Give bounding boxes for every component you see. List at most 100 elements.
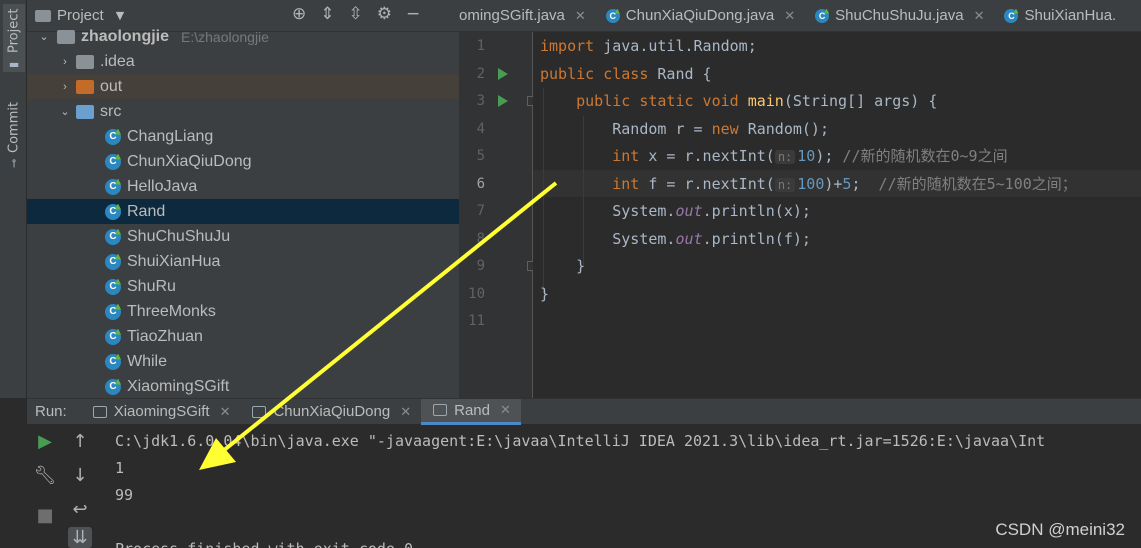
project-panel-title[interactable]: Project xyxy=(57,7,104,24)
close-icon[interactable]: ✕ xyxy=(784,8,795,24)
class-label: XiaomingSGift xyxy=(127,377,230,395)
code-line: public class Rand { xyxy=(540,65,712,83)
java-class-icon: C xyxy=(105,328,121,345)
run-class-icon[interactable] xyxy=(498,68,508,80)
folder-label: src xyxy=(100,102,122,120)
line-number: 6 xyxy=(476,176,485,192)
line-number: 5 xyxy=(476,148,485,164)
run-tab-label: ChunXiaQiuDong xyxy=(273,403,391,420)
console-icon xyxy=(433,404,448,416)
tree-class-item[interactable]: C ThreeMonks xyxy=(27,299,459,324)
chevron-right-icon[interactable]: › xyxy=(58,56,72,68)
editor-tab[interactable]: omingSGift.java ✕ xyxy=(459,0,596,31)
code-line: } xyxy=(540,257,586,275)
commit-tool-tab[interactable]: ⊸ Commit xyxy=(3,96,25,168)
wrench-icon[interactable]: 🔧︎ xyxy=(33,465,57,486)
arrow-down-icon[interactable]: ↓ xyxy=(68,465,92,486)
chevron-right-icon[interactable]: › xyxy=(58,81,72,93)
tab-label: ChunXiaQiuDong.java xyxy=(625,7,775,24)
java-class-icon: C xyxy=(105,178,121,195)
class-label: While xyxy=(127,352,168,370)
hide-icon[interactable]: − xyxy=(406,4,420,24)
run-console[interactable]: C:\jdk1.6.0_04\bin\java.exe "-javaagent:… xyxy=(97,425,1141,548)
line-number: 3 xyxy=(476,93,485,109)
rerun-icon[interactable]: ▶ xyxy=(33,431,57,452)
tab-label: ShuiXianHua. xyxy=(1024,7,1117,24)
tree-folder-src[interactable]: ⌄ src xyxy=(27,99,459,124)
tree-class-item[interactable]: C ShuRu xyxy=(27,274,459,299)
console-icon xyxy=(252,405,267,418)
locate-icon[interactable]: ⊕ xyxy=(292,4,306,24)
root-name: zhaolongjie xyxy=(81,27,169,45)
class-label: ChunXiaQiuDong xyxy=(127,152,252,170)
tree-class-item[interactable]: C XiaomingSGift xyxy=(27,374,459,398)
watermark: CSDN @meini32 xyxy=(995,520,1125,539)
java-class-icon: C xyxy=(605,8,620,23)
run-label: Run: xyxy=(35,403,67,420)
line-number: 4 xyxy=(476,121,485,137)
code-line: Random r = new Random(); xyxy=(540,120,829,138)
close-icon[interactable]: ✕ xyxy=(575,8,586,24)
tree-class-item[interactable]: C TiaoZhuan xyxy=(27,324,459,349)
class-label: ShuRu xyxy=(127,277,176,295)
run-tab[interactable]: ChunXiaQiuDong ✕ xyxy=(240,399,421,425)
run-main-icon[interactable] xyxy=(498,95,508,107)
class-label: ShuChuShuJu xyxy=(127,227,231,245)
tree-root[interactable]: ⌄ zhaolongjie E:\zhaolongjie xyxy=(27,24,459,49)
gear-icon[interactable]: ⚙ xyxy=(377,4,392,24)
arrow-up-icon[interactable]: ↑ xyxy=(68,431,92,452)
folder-icon xyxy=(76,54,94,69)
module-folder-icon xyxy=(57,29,75,44)
tree-class-item-selected[interactable]: C Rand xyxy=(27,199,459,224)
close-icon[interactable]: ✕ xyxy=(500,402,511,418)
tree-class-item[interactable]: C While xyxy=(27,349,459,374)
run-tab-label: Rand xyxy=(454,401,490,419)
run-toolbar: ▶ ↑ 🔧︎ ↓ ■ ↩ ⇊ xyxy=(27,425,97,548)
tree-class-item[interactable]: C ChunXiaQiuDong xyxy=(27,149,459,174)
project-tool-tab[interactable]: ▬ Project xyxy=(3,4,25,72)
tree-folder-idea[interactable]: › .idea xyxy=(27,49,459,74)
editor-tab[interactable]: C ChunXiaQiuDong.java ✕ xyxy=(596,0,805,31)
editor-tab-bar: omingSGift.java ✕ C ChunXiaQiuDong.java ✕ C… xyxy=(459,0,1141,32)
project-tool-label: Project xyxy=(6,8,22,53)
tree-folder-out[interactable]: › out xyxy=(27,74,459,99)
code-line: import java.util.Random; xyxy=(540,37,757,55)
chevron-down-icon[interactable]: ⌄ xyxy=(37,30,51,43)
java-class-icon: C xyxy=(105,203,121,220)
tab-label: ShuChuShuJu.java xyxy=(835,7,964,24)
chevron-down-icon[interactable]: ▼ xyxy=(116,9,124,22)
code-editor[interactable]: import java.util.Random; public class Ra… xyxy=(533,32,1141,398)
scroll-to-end-icon[interactable]: ⇊ xyxy=(68,527,92,548)
run-tab-label: XiaomingSGift xyxy=(113,403,210,420)
soft-wrap-icon[interactable]: ↩ xyxy=(68,499,92,520)
tree-class-item[interactable]: C HelloJava xyxy=(27,174,459,199)
java-class-icon: C xyxy=(105,353,121,370)
class-label: ThreeMonks xyxy=(127,302,216,320)
close-icon[interactable]: ✕ xyxy=(400,404,411,420)
tree-class-item[interactable]: C ShuChuShuJu xyxy=(27,224,459,249)
code-line: } xyxy=(540,285,550,303)
root-path: E:\zhaolongjie xyxy=(181,28,269,45)
folder-label: out xyxy=(100,77,123,95)
console-icon xyxy=(92,405,107,418)
run-tab[interactable]: XiaomingSGift ✕ xyxy=(81,399,241,425)
commit-icon: ⊸ xyxy=(7,158,21,168)
project-panel: Project ▼ ⊕ ⇕ ⇳ ⚙ − ⌄ zhaolongjie E:\zha… xyxy=(27,0,459,398)
editor-gutter: 1 2 3 4 5 6 7 8 9 10 11 xyxy=(459,32,537,398)
editor-tab[interactable]: C ShuChuShuJu.java ✕ xyxy=(805,0,994,31)
collapse-all-icon[interactable]: ⇳ xyxy=(349,4,363,24)
java-class-icon: C xyxy=(105,253,121,270)
class-label: TiaoZhuan xyxy=(127,327,203,345)
close-icon[interactable]: ✕ xyxy=(974,8,985,24)
java-class-icon: C xyxy=(105,128,121,145)
stop-icon[interactable]: ■ xyxy=(33,505,57,526)
tree-class-item[interactable]: C ChangLiang xyxy=(27,124,459,149)
folder-icon: ▬ xyxy=(7,59,21,72)
source-folder-icon xyxy=(76,104,94,119)
chevron-down-icon[interactable]: ⌄ xyxy=(58,105,72,118)
editor-tab[interactable]: C ShuiXianHua. xyxy=(994,0,1126,31)
close-icon[interactable]: ✕ xyxy=(220,404,231,420)
expand-all-icon[interactable]: ⇕ xyxy=(320,4,334,24)
run-tab-active[interactable]: Rand ✕ xyxy=(421,398,521,425)
tree-class-item[interactable]: C ShuiXianHua xyxy=(27,249,459,274)
